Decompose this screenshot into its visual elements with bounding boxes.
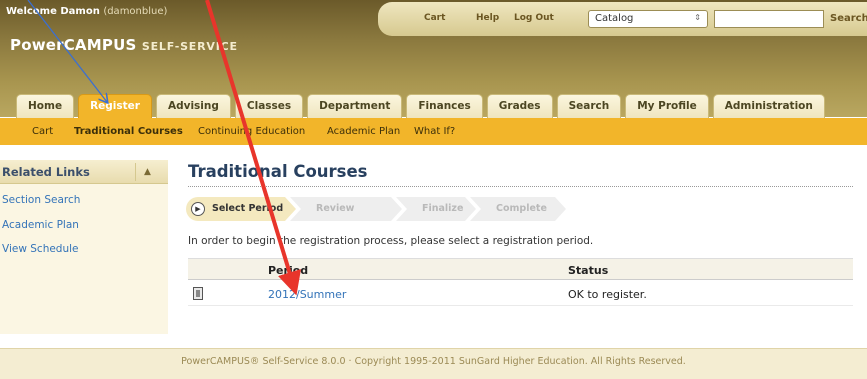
sidebar-header: Related Links ▲ bbox=[0, 160, 168, 184]
copyright-text: PowerCAMPUS® Self-Service 8.0.0 · Copyri… bbox=[181, 356, 686, 367]
brand-subtitle: SELF-SERVICE bbox=[141, 40, 238, 53]
subnav-continuing-education[interactable]: Continuing Education bbox=[198, 126, 305, 137]
subnav-academic-plan[interactable]: Academic Plan bbox=[327, 126, 400, 137]
registration-steps: ▶ Select Period Review Schedule Finalize… bbox=[186, 197, 586, 221]
tab-register[interactable]: Register bbox=[78, 94, 152, 118]
page-footer: PowerCAMPUS® Self-Service 8.0.0 · Copyri… bbox=[0, 348, 867, 379]
step-label: Select Period bbox=[212, 203, 284, 214]
step-label: Finalize bbox=[422, 203, 464, 214]
related-links-sidebar: Related Links ▲ Section Search Academic … bbox=[0, 160, 168, 334]
tab-my-profile[interactable]: My Profile bbox=[625, 94, 709, 118]
collapse-icon[interactable]: ▲ bbox=[135, 163, 159, 181]
period-table-header: Period Status bbox=[188, 258, 853, 280]
tab-advising[interactable]: Advising bbox=[155, 94, 231, 118]
welcome-text: Welcome Damon bbox=[6, 6, 100, 17]
tab-department[interactable]: Department bbox=[307, 94, 403, 118]
search-input[interactable] bbox=[714, 10, 824, 28]
brand-logo: PowerCAMPUS SELF-SERVICE bbox=[10, 36, 238, 54]
title-divider bbox=[188, 186, 853, 187]
welcome-message: Welcome Damon (damonblue) bbox=[6, 6, 167, 17]
tab-grades[interactable]: Grades bbox=[486, 94, 553, 118]
subnav-cart[interactable]: Cart bbox=[32, 126, 53, 137]
username-label: (damonblue) bbox=[103, 6, 168, 17]
help-link[interactable]: Help bbox=[476, 13, 499, 23]
step-review-schedule: Review Schedule bbox=[290, 197, 402, 221]
catalog-select[interactable]: Catalog ⇕ bbox=[588, 10, 708, 28]
table-row: 2012/Summer OK to register. bbox=[188, 282, 853, 306]
sub-navigation: Cart Traditional Courses Continuing Educ… bbox=[0, 118, 867, 145]
cart-link[interactable]: Cart bbox=[424, 13, 445, 23]
logout-link[interactable]: Log Out bbox=[514, 13, 554, 23]
instruction-text: In order to begin the registration proce… bbox=[188, 235, 594, 247]
top-utility-bar: Cart Help Log Out Catalog ⇕ Search bbox=[378, 2, 867, 36]
step-finalize: Finalize bbox=[396, 197, 476, 221]
step-select-period: ▶ Select Period bbox=[186, 197, 296, 221]
catalog-select-value: Catalog bbox=[595, 13, 634, 24]
subnav-traditional-courses[interactable]: Traditional Courses bbox=[74, 126, 183, 137]
sidebar-link-academic-plan[interactable]: Academic Plan bbox=[2, 219, 79, 231]
tab-search[interactable]: Search bbox=[556, 94, 622, 118]
sidebar-link-view-schedule[interactable]: View Schedule bbox=[2, 243, 79, 255]
door-icon bbox=[193, 287, 203, 300]
page-title: Traditional Courses bbox=[188, 162, 368, 181]
column-header-status: Status bbox=[568, 264, 609, 277]
step-complete: Complete bbox=[470, 197, 566, 221]
tab-finances[interactable]: Finances bbox=[406, 94, 483, 118]
brand-name: PowerCAMPUS bbox=[10, 36, 137, 54]
search-button[interactable]: Search bbox=[830, 13, 867, 24]
tab-classes[interactable]: Classes bbox=[234, 94, 304, 118]
select-arrows-icon: ⇕ bbox=[694, 13, 701, 22]
play-icon: ▶ bbox=[191, 202, 205, 216]
tab-home[interactable]: Home bbox=[16, 94, 75, 118]
tab-administration[interactable]: Administration bbox=[712, 94, 825, 118]
step-label: Complete bbox=[496, 203, 547, 214]
step-label: Review Schedule bbox=[316, 203, 365, 238]
main-tabs: Home Register Advising Classes Departmen… bbox=[16, 94, 829, 118]
sidebar-link-section-search[interactable]: Section Search bbox=[2, 194, 80, 206]
column-header-period: Period bbox=[268, 264, 309, 277]
subnav-what-if[interactable]: What If? bbox=[414, 126, 455, 137]
period-link[interactable]: 2012/Summer bbox=[268, 288, 346, 301]
sidebar-title: Related Links bbox=[2, 165, 90, 179]
status-text: OK to register. bbox=[568, 288, 647, 301]
